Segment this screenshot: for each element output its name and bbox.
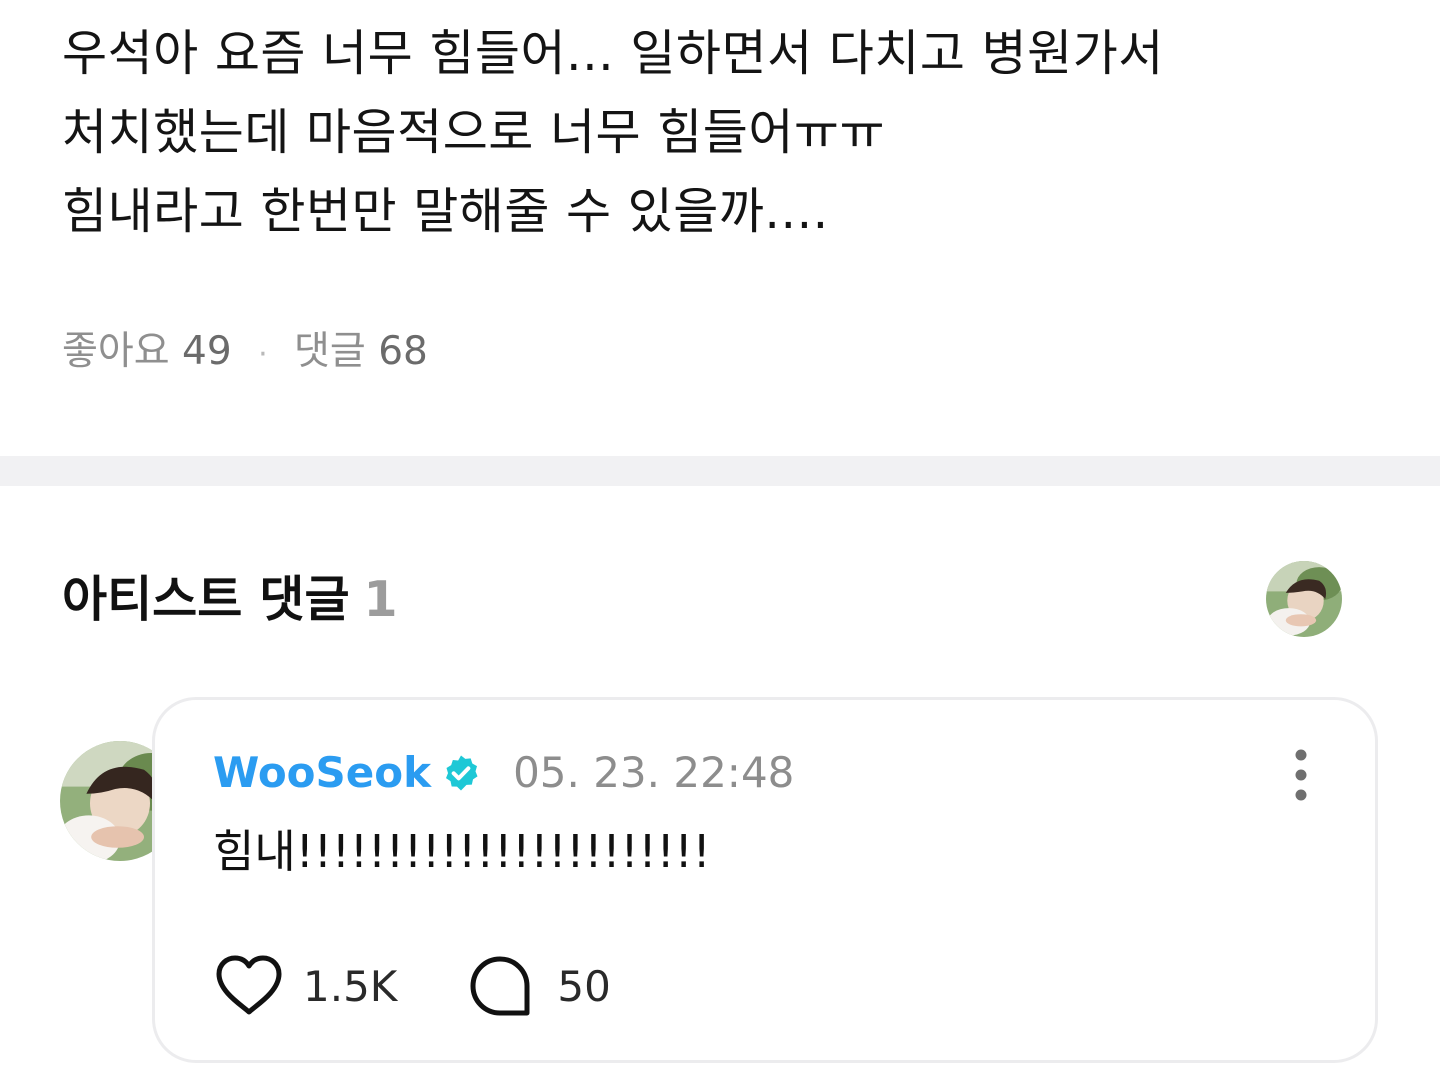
comment-text: 힘내!!!!!!!!!!!!!!!!!!!!!!! [213, 825, 711, 878]
avatar-illustration [1266, 561, 1342, 637]
heart-icon [216, 955, 282, 1015]
likes-count[interactable]: 49 [182, 329, 232, 374]
post-body: 우석아 요즘 너무 힘들어... 일하면서 다치고 병원가서 처치했는데 마음적… [62, 14, 1382, 251]
comments-count[interactable]: 68 [378, 329, 428, 374]
comment-author-name[interactable]: WooSeok [213, 748, 431, 797]
speech-bubble-icon [470, 956, 530, 1016]
post-text-line: 우석아 요즘 너무 힘들어... 일하면서 다치고 병원가서 [62, 25, 1164, 82]
post-text-line: 힘내라고 한번만 말해줄 수 있을까.... [62, 183, 829, 240]
more-options-button[interactable] [1281, 748, 1321, 802]
reply-button[interactable]: 50 [469, 955, 611, 1017]
reply-count: 50 [557, 961, 611, 1011]
comments-label[interactable]: 댓글 [294, 329, 366, 374]
artist-comments-count: 1 [363, 571, 398, 628]
artist-comment-card: WooSeok 05. 23. 22:48 힘내!!!!!!!!!!!!!!!!… [152, 697, 1378, 1063]
like-count: 1.5K [303, 961, 398, 1011]
artist-comments-title: 아티스트 댓글 1 [62, 570, 398, 630]
verified-badge-icon [446, 755, 478, 790]
post-text-line: 처치했는데 마음적으로 너무 힘들어ㅠㅠ [62, 104, 886, 161]
comment-actions: 1.5K 50 [213, 954, 611, 1018]
comment-header: WooSeok 05. 23. 22:48 [213, 748, 794, 797]
more-vertical-icon [1295, 749, 1307, 801]
likes-label[interactable]: 좋아요 [62, 329, 170, 374]
section-divider [0, 456, 1440, 486]
like-button[interactable]: 1.5K [213, 954, 397, 1018]
artist-avatar-icon[interactable] [1266, 561, 1342, 637]
stats-separator: · [258, 337, 268, 372]
post-stats: 좋아요 49 · 댓글 68 [62, 326, 428, 381]
comment-timestamp: 05. 23. 22:48 [513, 748, 795, 797]
artist-comments-label: 아티스트 댓글 [62, 571, 350, 628]
